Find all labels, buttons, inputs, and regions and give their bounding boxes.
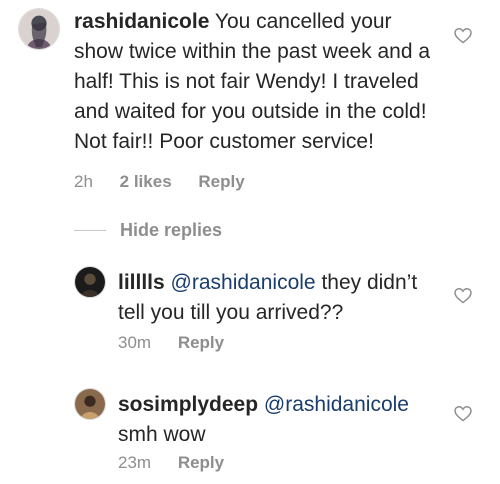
reply-body: smh wow bbox=[118, 423, 206, 446]
like-heart-icon[interactable] bbox=[454, 28, 472, 44]
reply-time: 30m bbox=[118, 333, 152, 352]
reply-text: sosimplydeep @rashidanicole smh wow bbox=[118, 390, 448, 450]
reply-comment: sosimplydeep @rashidanicole smh wow 23m … bbox=[0, 382, 500, 482]
reply-comment: lilllls @rashidanicole they didn’t tell … bbox=[0, 260, 500, 360]
reply-time: 23m bbox=[118, 453, 152, 472]
comment-likes[interactable]: 2 likes bbox=[120, 172, 172, 191]
reply-button[interactable]: Reply bbox=[178, 333, 224, 352]
avatar[interactable] bbox=[74, 388, 106, 420]
comment: rashidanicole You cancelled your show tw… bbox=[0, 0, 500, 200]
avatar[interactable] bbox=[18, 8, 60, 50]
comment-time: 2h bbox=[74, 172, 93, 191]
reply-button[interactable]: Reply bbox=[198, 172, 244, 191]
reply-mention[interactable]: @rashidanicole bbox=[171, 271, 316, 294]
reply-text: lilllls @rashidanicole they didn’t tell … bbox=[118, 268, 448, 328]
comment-text: rashidanicole You cancelled your show tw… bbox=[74, 7, 444, 157]
like-heart-icon[interactable] bbox=[454, 406, 472, 422]
like-heart-icon[interactable] bbox=[454, 288, 472, 304]
avatar[interactable] bbox=[74, 266, 106, 298]
profile-photo-icon bbox=[19, 9, 59, 49]
hide-replies-label: Hide replies bbox=[120, 220, 223, 240]
comment-username[interactable]: rashidanicole bbox=[74, 10, 209, 33]
reply-username[interactable]: lilllls bbox=[118, 271, 165, 294]
reply-meta: 23m Reply bbox=[118, 453, 246, 473]
profile-photo-icon bbox=[75, 389, 105, 419]
reply-mention[interactable]: @rashidanicole bbox=[264, 393, 409, 416]
reply-meta: 30m Reply bbox=[118, 333, 246, 353]
hide-replies-toggle[interactable]: Hide replies bbox=[74, 220, 222, 241]
profile-photo-icon bbox=[75, 267, 105, 297]
comment-meta: 2h 2 likes Reply bbox=[74, 172, 267, 192]
divider-line bbox=[74, 230, 106, 231]
reply-button[interactable]: Reply bbox=[178, 453, 224, 472]
reply-username[interactable]: sosimplydeep bbox=[118, 393, 258, 416]
